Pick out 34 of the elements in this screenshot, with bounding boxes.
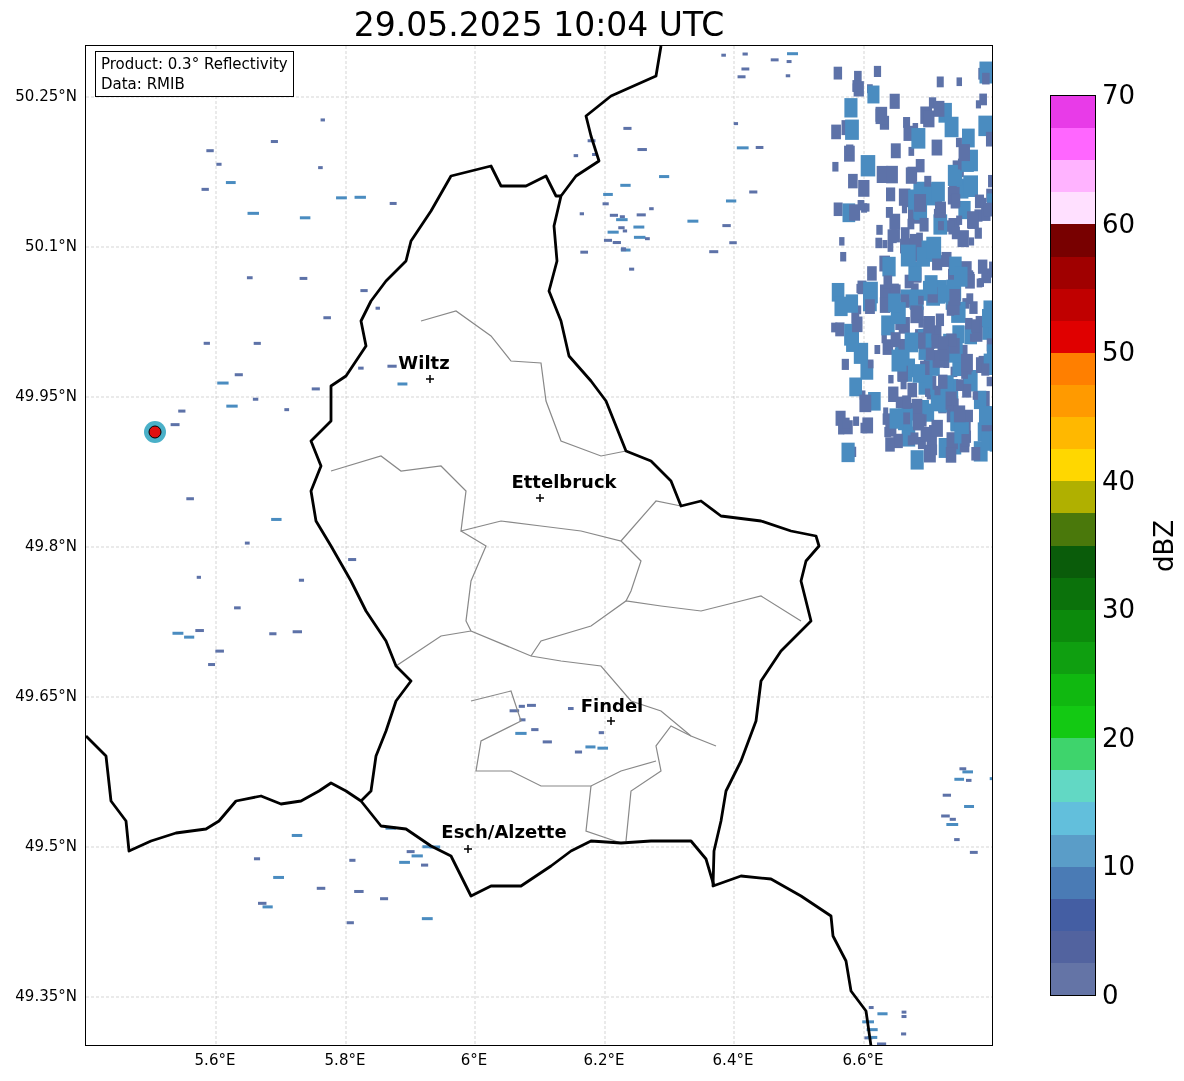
chart-title: 29.05.2025 10:04 UTC [353,5,725,45]
colorbar-tick-label: 50 [1102,337,1136,368]
longitude-label: 6.2°E [583,1051,625,1069]
city-label: Esch/Alzette [441,822,567,842]
colorbar-tick-label: 0 [1102,980,1119,1010]
colorbar-tick-label: 70 [1102,80,1136,110]
colorbar-tick-label: 40 [1102,465,1136,496]
city-marker-icon [463,844,473,854]
latitude-label: 49.35°N [15,987,77,1005]
longitude-label: 6.6°E [842,1051,884,1069]
latitude-label: 49.8°N [24,537,77,555]
latitude-label: 49.95°N [15,387,77,405]
legend-text: Product: 0.3° Reflectivity [101,54,288,74]
longitude-label: 6.4°E [712,1051,754,1069]
colorbar-tick-label: 30 [1102,594,1136,625]
colorbar-tick-label: 20 [1102,722,1136,753]
latitude-label: 49.5°N [24,837,77,855]
city-marker-icon [425,374,435,384]
city-marker-icon [606,716,616,726]
city-label: Ettelbruck [511,472,617,492]
colorbar-tick-label: 60 [1102,208,1136,239]
longitude-label: 5.6°E [194,1051,236,1069]
city-label: Wiltz [398,353,450,373]
latitude-label: 50.1°N [24,237,77,255]
city-marker-icon [535,493,545,503]
longitude-label: 6°E [460,1051,488,1069]
legend-text: Data: RMIB [101,74,186,94]
colorbar-axis-label: dBZ [1149,519,1179,572]
city-label: Findel [580,696,644,716]
latitude-label: 50.25°N [15,87,77,105]
colorbar-tick-label: 10 [1102,851,1136,882]
latitude-label: 49.65°N [15,687,77,705]
radar-site-icon [144,421,166,443]
longitude-label: 5.8°E [324,1051,366,1069]
